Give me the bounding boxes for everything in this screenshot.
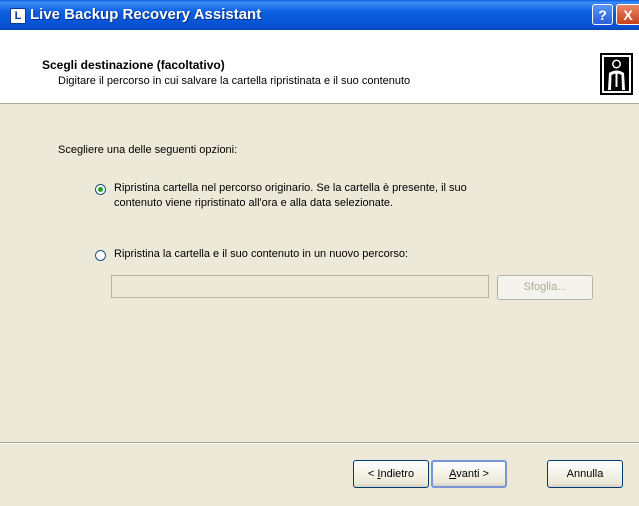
app-icon: L	[10, 8, 26, 24]
option-original-path-label[interactable]: Ripristina cartella nel percorso origina…	[114, 181, 467, 211]
next-rest: vanti >	[456, 468, 489, 480]
wizard-header: Scegli destinazione (facoltativo) Digita…	[0, 30, 639, 104]
person-figure-icon	[600, 53, 633, 95]
back-button[interactable]: < Indietro	[353, 460, 429, 488]
cancel-button[interactable]: Annulla	[547, 460, 623, 488]
footer-separator	[0, 442, 639, 444]
back-prefix: <	[367, 468, 378, 480]
radio-original-path[interactable]	[95, 184, 106, 195]
back-rest: ndietro	[380, 468, 415, 480]
title-bar[interactable]: L Live Backup Recovery Assistant ? X	[0, 0, 639, 30]
dialog-window: L Live Backup Recovery Assistant ? X Sce…	[0, 0, 639, 506]
help-button[interactable]: ?	[592, 4, 613, 25]
option-original-line2: contenuto viene ripristinato all'ora e a…	[114, 197, 394, 209]
radio-new-path[interactable]	[95, 250, 106, 261]
option-original-line1: Ripristina cartella nel percorso origina…	[114, 182, 467, 194]
browse-button[interactable]: Sfoglia...	[497, 275, 593, 300]
options-prompt: Scegliere una delle seguenti opzioni:	[58, 144, 238, 156]
option-new-path-label[interactable]: Ripristina la cartella e il suo contenut…	[114, 247, 408, 262]
page-subtitle: Digitare il percorso in cui salvare la c…	[58, 75, 411, 87]
page-title: Scegli destinazione (facoltativo)	[42, 58, 225, 72]
window-title: Live Backup Recovery Assistant	[30, 6, 262, 23]
close-button[interactable]: X	[616, 4, 639, 25]
new-path-input[interactable]	[111, 275, 489, 298]
next-button[interactable]: Avanti >	[431, 460, 507, 488]
